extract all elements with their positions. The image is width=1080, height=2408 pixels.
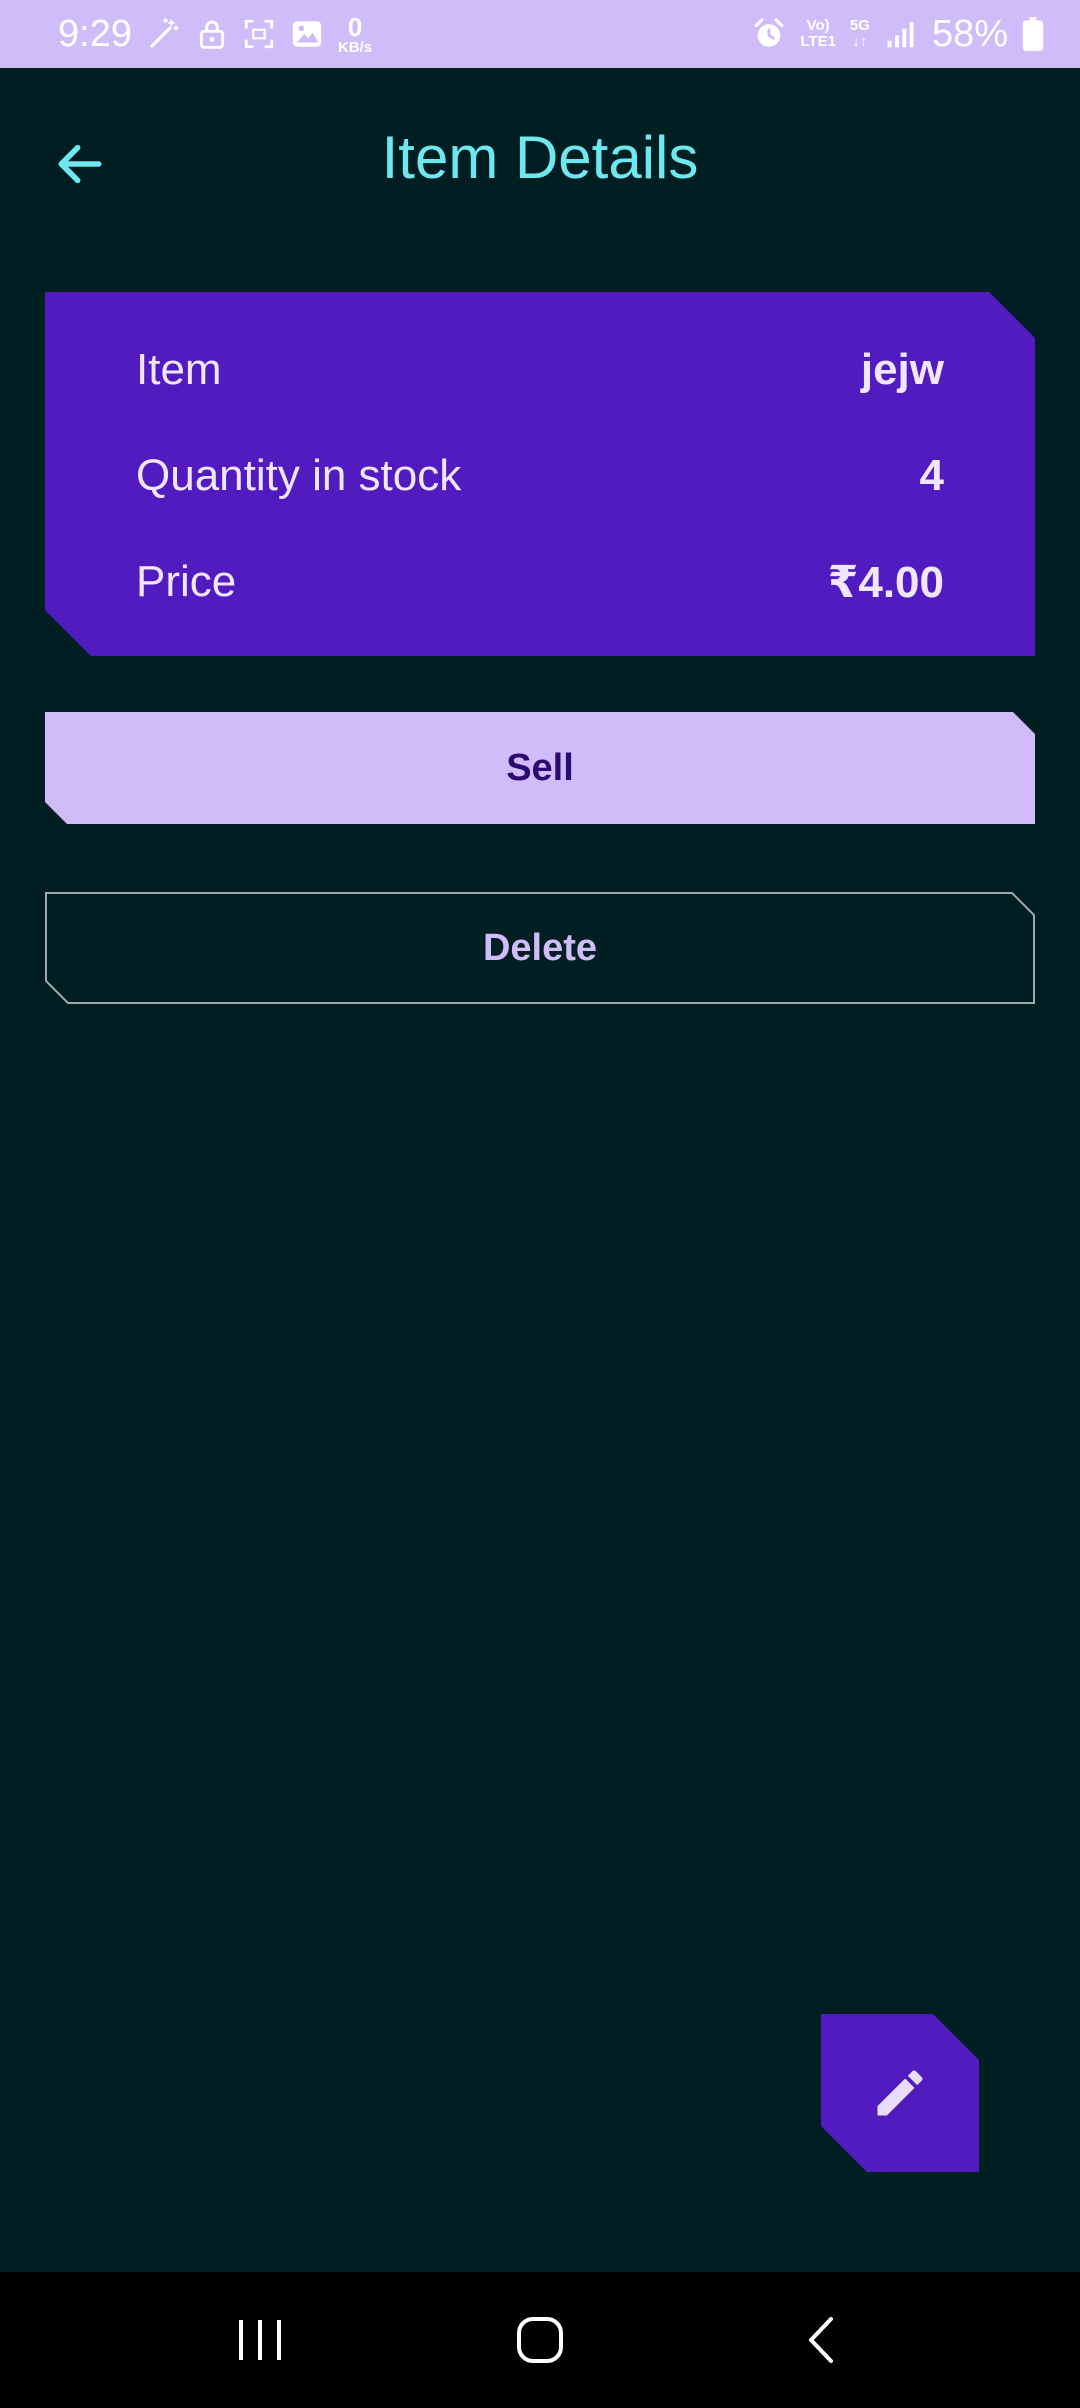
data-arrows-icon: ↓↑	[852, 33, 868, 50]
detail-row-item: Item jejw	[136, 340, 944, 400]
back-chevron-icon	[809, 2317, 833, 2363]
home-button[interactable]	[480, 2290, 600, 2390]
item-value: jejw	[860, 345, 944, 394]
volte-top: Vo)	[806, 17, 830, 35]
delete-button[interactable]: Delete	[45, 892, 1035, 1004]
system-nav-bar	[0, 2272, 1080, 2408]
recents-icon	[239, 2320, 281, 2360]
signal-icon	[884, 18, 918, 50]
recents-button[interactable]	[200, 2290, 320, 2390]
screenshot-icon	[242, 17, 276, 51]
quantity-label: Quantity in stock	[136, 451, 462, 500]
net-speed-unit: KB/s	[337, 38, 373, 56]
page-title: Item Details	[381, 124, 699, 191]
detail-row-price: Price ₹4.00	[136, 552, 944, 612]
sell-button[interactable]: Sell	[45, 712, 1035, 824]
status-bar: 9:29 0 KB/s Vo) LTE1 5G ↓↑ 58%	[0, 0, 1080, 68]
edit-fab[interactable]	[821, 2014, 979, 2172]
battery-percent: 58%	[931, 12, 1008, 55]
volte-bottom: LTE1	[800, 33, 836, 50]
price-label: Price	[136, 557, 237, 606]
gallery-icon	[290, 17, 324, 51]
detail-row-quantity: Quantity in stock 4	[136, 446, 944, 506]
alarm-icon	[752, 17, 786, 51]
price-value: ₹4.00	[827, 557, 944, 607]
battery-icon	[1022, 17, 1044, 51]
back-nav-button[interactable]	[760, 2290, 880, 2390]
net-speed: 0 KB/s	[338, 14, 372, 55]
delete-button-container: Delete	[45, 892, 1035, 1004]
item-label: Item	[136, 345, 222, 394]
home-icon	[517, 2317, 563, 2363]
quantity-value: 4	[919, 451, 944, 500]
network-type: 5G	[849, 17, 870, 35]
edit-pencil-icon	[870, 2063, 930, 2123]
volte-indicator: Vo) LTE1	[800, 18, 836, 50]
magic-wand-icon	[146, 16, 182, 52]
net-speed-value: 0	[347, 11, 363, 42]
status-right: Vo) LTE1 5G ↓↑ 58%	[752, 13, 1044, 56]
item-details-card: Item jejw Quantity in stock 4 Price ₹4.0…	[45, 292, 1035, 656]
app-bar: Item Details	[0, 68, 1080, 252]
network-type-indicator: 5G ↓↑	[850, 18, 870, 50]
lock-icon	[196, 17, 228, 51]
status-time: 9:29	[58, 12, 132, 55]
status-left: 9:29 0 KB/s	[58, 13, 372, 56]
